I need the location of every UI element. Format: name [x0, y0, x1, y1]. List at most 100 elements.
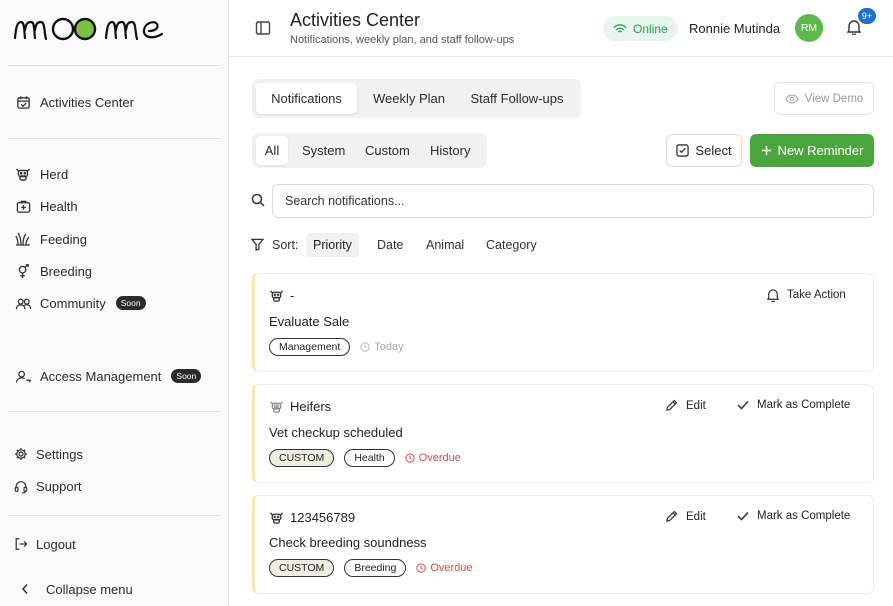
sidebar-item-logout[interactable]: Logout	[14, 532, 76, 556]
category-tag: Health	[344, 449, 395, 467]
cow-icon	[269, 510, 284, 525]
sidebar-item-label: Breeding	[40, 263, 93, 279]
view-demo-button[interactable]: View Demo	[774, 82, 874, 115]
sort-priority[interactable]: Priority	[306, 233, 359, 257]
grass-icon	[14, 230, 32, 248]
clock-icon	[416, 563, 427, 573]
sidebar-item-label: Health	[40, 198, 78, 214]
gear-icon	[14, 445, 28, 463]
card-animal: Heifers	[269, 399, 331, 414]
sidebar-item-settings[interactable]: Settings	[14, 442, 83, 466]
edit-label: Edit	[686, 510, 706, 523]
sidebar-item-access-management[interactable]: Access Management Soon	[14, 364, 202, 388]
divider	[8, 515, 221, 516]
edit-label: Edit	[686, 399, 706, 412]
card-tags: CUSTOM Breeding Overdue	[269, 559, 473, 577]
sidebar-item-feeding[interactable]: Feeding	[14, 227, 87, 251]
sort-animal[interactable]: Animal	[419, 233, 471, 257]
category-tag: Management	[269, 338, 351, 356]
medical-kit-icon	[14, 197, 32, 215]
soon-badge: Soon	[171, 369, 202, 383]
tab-weekly-plan[interactable]: Weekly Plan	[357, 83, 461, 114]
online-status-label: Online	[633, 21, 668, 36]
filter-history[interactable]: History	[422, 136, 478, 165]
sidebar-item-label: Access Management	[40, 368, 162, 384]
sidebar-item-support[interactable]: Support	[14, 474, 82, 498]
calendar-check-icon	[14, 93, 32, 111]
user-name: Ronnie Mutinda	[689, 21, 781, 36]
filter-tabs: All System Custom History	[252, 133, 487, 168]
tab-notifications[interactable]: Notifications	[256, 83, 357, 114]
wifi-icon	[613, 23, 627, 34]
mark-complete-button[interactable]: Mark as Complete	[737, 510, 850, 522]
filter-system[interactable]: System	[294, 136, 353, 165]
filter-all[interactable]: All	[256, 136, 288, 165]
due-status: Overdue	[416, 562, 473, 574]
sidebar-item-label: Feeding	[40, 231, 87, 247]
sidebar-item-label: Community	[40, 295, 106, 311]
due-label: Overdue	[418, 452, 461, 464]
due-status: Today	[360, 341, 404, 353]
notification-card[interactable]: - Evaluate Sale Management Today Take Ac…	[252, 273, 874, 372]
edit-button[interactable]: Edit	[665, 510, 706, 523]
sidebar-toggle-icon[interactable]	[255, 20, 271, 36]
check-icon	[737, 400, 749, 410]
moome-logo[interactable]	[12, 8, 164, 46]
card-title: Evaluate Sale	[269, 314, 350, 329]
search-icon	[251, 193, 265, 207]
page-subtitle: Notifications, weekly plan, and staff fo…	[290, 34, 515, 46]
new-reminder-label: New Reminder	[777, 143, 864, 158]
sidebar-item-herd[interactable]: Herd	[14, 162, 68, 186]
sidebar-item-activities-center[interactable]: Activities Center	[14, 90, 134, 114]
bell-icon	[767, 288, 779, 302]
chevron-left-icon	[20, 580, 30, 598]
notification-card[interactable]: Heifers Vet checkup scheduled CUSTOM Hea…	[252, 384, 874, 483]
select-label: Select	[695, 143, 732, 158]
card-title: Check breeding soundness	[269, 535, 427, 550]
search-input[interactable]	[272, 184, 874, 218]
new-reminder-button[interactable]: New Reminder	[750, 134, 874, 167]
mark-complete-label: Mark as Complete	[757, 510, 851, 522]
sort-category[interactable]: Category	[479, 233, 544, 257]
sidebar-item-health[interactable]: Health	[14, 194, 78, 218]
logout-icon	[14, 535, 28, 553]
notification-card[interactable]: 123456789 Check breeding soundness CUSTO…	[252, 495, 874, 594]
card-animal: 123456789	[269, 510, 355, 525]
edit-button[interactable]: Edit	[665, 399, 706, 412]
sidebar-item-community[interactable]: Community Soon	[14, 291, 146, 315]
notifications-bell-icon[interactable]	[847, 19, 861, 35]
page-title: Activities Center	[290, 10, 421, 30]
take-action-label: Take Action	[787, 289, 846, 301]
avatar[interactable]: RM	[795, 14, 823, 42]
due-label: Overdue	[430, 562, 473, 574]
mark-complete-button[interactable]: Mark as Complete	[737, 399, 850, 411]
card-animal-name: -	[290, 288, 295, 303]
sidebar: Activities Center Herd Health Feeding Br…	[0, 0, 229, 606]
clock-icon	[360, 342, 370, 352]
card-animal: -	[269, 288, 294, 303]
filter-custom[interactable]: Custom	[357, 136, 418, 165]
main-tabs: Notifications Weekly Plan Staff Follow-u…	[252, 79, 581, 118]
divider	[8, 411, 221, 412]
collapse-menu-button[interactable]: Collapse menu	[20, 577, 133, 601]
sort-date[interactable]: Date	[370, 233, 410, 257]
sidebar-item-breeding[interactable]: Breeding	[14, 259, 92, 283]
herd-group-icon	[269, 399, 284, 414]
divider	[8, 65, 221, 66]
card-animal-name: Heifers	[290, 399, 332, 414]
select-button[interactable]: Select	[666, 134, 742, 167]
custom-tag: CUSTOM	[269, 449, 335, 467]
sidebar-item-label: Settings	[36, 446, 83, 462]
collapse-menu-label: Collapse menu	[46, 581, 133, 597]
eye-icon	[784, 93, 799, 104]
top-header: Activities Center Notifications, weekly …	[229, 0, 893, 57]
plus-icon	[761, 145, 772, 156]
view-demo-label: View Demo	[804, 92, 864, 105]
sort-label: Sort:	[272, 238, 299, 252]
custom-tag: CUSTOM	[269, 559, 335, 577]
sidebar-item-label: Activities Center	[40, 94, 134, 110]
sidebar-item-label: Herd	[40, 166, 69, 182]
check-icon	[737, 511, 749, 521]
take-action-button[interactable]: Take Action	[767, 288, 846, 302]
tab-staff-follow-ups[interactable]: Staff Follow-ups	[461, 83, 573, 114]
